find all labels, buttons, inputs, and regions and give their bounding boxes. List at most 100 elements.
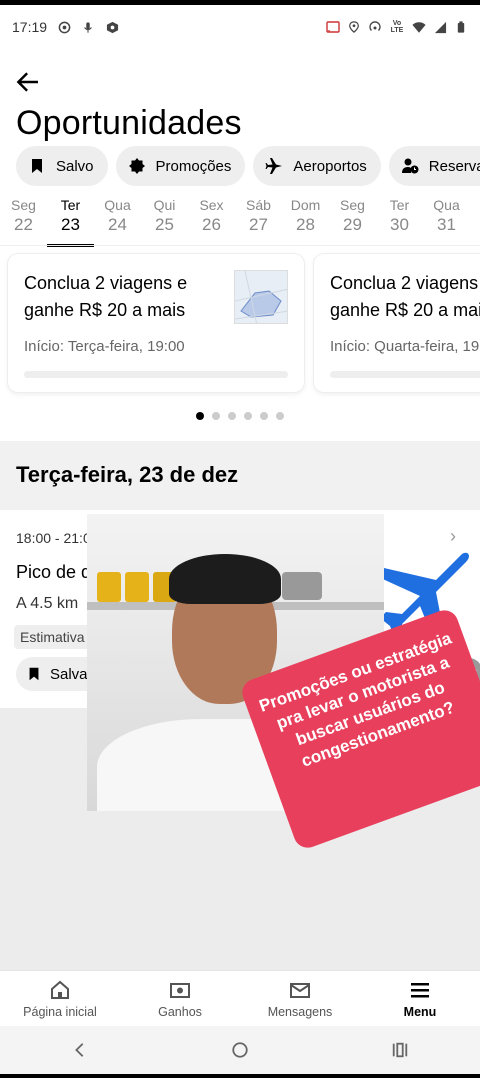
day-tab-selected[interactable]: Ter 23 (47, 196, 94, 247)
day-number: 28 (296, 215, 315, 234)
filter-chips: Salvo Promoções Aeroportos Reservas (16, 146, 480, 186)
day-tab[interactable]: Qua 24 (94, 196, 141, 246)
nav-home[interactable]: Página inicial (0, 971, 120, 1026)
day-tab[interactable]: Dom 28 (282, 196, 329, 246)
promo-start: Início: Quarta-feira, 19:00 (330, 338, 480, 355)
page-dot (228, 412, 236, 420)
promo-card[interactable]: Conclua 2 viagens e ganhe R$ 20 a mais I… (8, 254, 304, 392)
circle-icon (232, 1042, 248, 1058)
day-selector: Seg 22 Ter 23 Qua 24 Qui 25 Sex 26 Sáb 27 Dom 2… (0, 196, 480, 247)
day-number: 25 (155, 215, 174, 234)
chevron-right-icon[interactable]: › (450, 526, 456, 547)
chip-aeroportos[interactable]: Aeroportos (253, 146, 381, 186)
progress-bar (330, 371, 480, 378)
status-bar: 17:19 Vo LTE (0, 5, 480, 49)
opportunity-distance: A 4.5 km (16, 595, 79, 612)
day-number: 29 (343, 215, 362, 234)
chip-label: Reservas (428, 157, 480, 175)
day-tab[interactable]: Ter 30 (376, 196, 423, 246)
nav-messages[interactable]: Mensagens (240, 971, 360, 1026)
bookmark-icon (32, 159, 42, 173)
plane-icon (265, 158, 283, 174)
divider (0, 245, 480, 246)
system-home-button[interactable] (231, 1041, 249, 1059)
day-weekday: Qui (153, 197, 176, 213)
day-weekday: Qua (104, 197, 131, 213)
day-number: 26 (202, 215, 221, 234)
person-hair (169, 554, 281, 604)
recents-icon (392, 1042, 408, 1058)
promo-card[interactable]: Conclua 2 viagens e ganhe R$ 20 a mais I… (314, 254, 480, 392)
page-dot (212, 412, 220, 420)
day-weekday: Seg (11, 197, 36, 213)
kitchen-pot (282, 572, 322, 600)
day-number: 27 (249, 215, 268, 234)
bottom-navigation: Página inicial Ganhos Mensagens Menu (0, 970, 480, 1026)
day-weekday: Sex (199, 197, 224, 213)
day-tab[interactable]: Sáb 27 (235, 196, 282, 246)
day-weekday: Ter (60, 197, 81, 213)
location-icon (347, 20, 361, 34)
screen: 17:19 Vo LTE Oportunidades Salvo Promoçõ… (0, 0, 480, 1078)
day-weekday: Sáb (246, 197, 271, 213)
battery-icon (454, 20, 468, 34)
badge-icon (128, 158, 145, 174)
system-recents-button[interactable] (391, 1041, 409, 1059)
day-weekday: Ter (389, 197, 410, 213)
day-tab[interactable]: Seg 29 (329, 196, 376, 246)
nav-menu[interactable]: Menu (360, 971, 480, 1026)
chip-label: Promoções (155, 157, 232, 175)
volte-icon: Vo LTE (390, 20, 404, 34)
bottom-edge (0, 1074, 480, 1078)
page-dot-active (196, 412, 204, 420)
day-tab[interactable]: Qui 25 (141, 196, 188, 246)
day-tab[interactable]: Qua 31 (423, 196, 470, 246)
day-number: 22 (14, 215, 33, 234)
back-button[interactable] (14, 68, 46, 100)
wifi-icon (412, 20, 426, 34)
chip-promocoes[interactable]: Promoções (115, 146, 246, 186)
day-weekday: Dom (290, 197, 321, 213)
day-weekday: Seg (340, 197, 365, 213)
home-icon (51, 980, 69, 999)
person-clock-icon (401, 158, 419, 174)
day-number: 31 (437, 215, 456, 234)
menu-icon (411, 982, 429, 997)
progress-bar (24, 371, 288, 378)
system-back-button[interactable] (71, 1041, 89, 1059)
system-navigation (0, 1026, 480, 1074)
promo-title: Conclua 2 viagens e ganhe R$ 20 a mais (330, 273, 480, 320)
chip-salvo[interactable]: Salvo (16, 146, 108, 186)
page-title: Oportunidades (16, 104, 242, 142)
status-time: 17:19 (12, 19, 48, 35)
nav-label: Ganhos (158, 1004, 202, 1019)
promo-title: Conclua 2 viagens e ganhe R$ 20 a mais (24, 273, 188, 320)
chip-label: Salvo (56, 157, 94, 175)
nav-earnings[interactable]: Ganhos (120, 971, 240, 1026)
mail-icon (290, 982, 310, 998)
wallet-icon (170, 982, 190, 998)
shield-icon (105, 20, 119, 34)
promo-carousel: Conclua 2 viagens e ganhe R$ 20 a mais I… (8, 254, 480, 392)
chevron-left-icon (75, 1043, 84, 1057)
mic-icon (81, 20, 95, 34)
bookmark-icon (29, 667, 39, 681)
estimate-badge: Estimativa (14, 625, 91, 649)
page-dot (276, 412, 284, 420)
kitchen-jar (97, 572, 121, 602)
cast-icon (326, 20, 340, 34)
page-dot (244, 412, 252, 420)
signal-icon (433, 20, 447, 34)
carousel-indicator (196, 412, 284, 420)
day-tab[interactable]: Sex 26 (188, 196, 235, 246)
map-thumbnail (234, 270, 288, 324)
day-number: 30 (390, 215, 409, 234)
page-dot (260, 412, 268, 420)
day-tab[interactable]: Seg 22 (0, 196, 47, 246)
nav-label: Página inicial (23, 1004, 97, 1019)
chip-reservas[interactable]: Reservas (388, 146, 480, 186)
day-weekday: Qua (433, 197, 460, 213)
kitchen-jar (125, 572, 149, 602)
promo-start: Início: Terça-feira, 19:00 (24, 338, 185, 355)
nav-label: Menu (403, 1004, 437, 1019)
